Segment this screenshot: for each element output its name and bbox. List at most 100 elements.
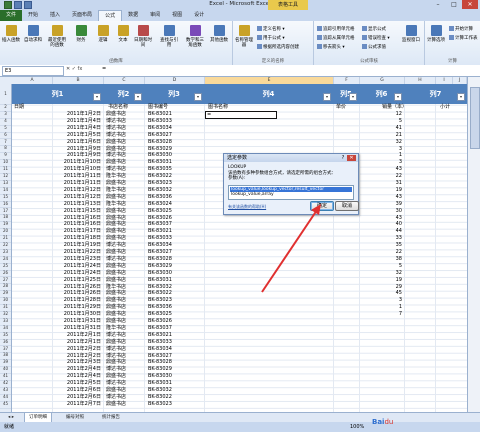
formula-buttons[interactable]: ✕ ✓ fx (66, 66, 82, 72)
calculate-now-button[interactable]: 开始计算 (449, 26, 473, 32)
cell-code[interactable]: BK-83021 (148, 332, 172, 339)
cell-qty[interactable]: 45 (396, 290, 402, 297)
sheet-tab-report[interactable]: 统计报告 (98, 413, 124, 422)
cell-shop[interactable]: 鼎盛书店 (106, 387, 126, 394)
cell-qty[interactable]: 39 (396, 201, 402, 208)
cell-shop[interactable]: 鼎盛书店 (106, 401, 126, 408)
table-row[interactable]: 2011年1月31日 隆华书店 BK-83037 (12, 325, 467, 332)
table-row[interactable]: 2011年2月6日 博达书店 BK-83022 (12, 394, 467, 401)
column-header[interactable]: H (405, 77, 436, 84)
cell-code[interactable]: BK-83029 (148, 263, 172, 270)
cell-qty[interactable]: 12 (396, 111, 402, 118)
scrollbar-thumb[interactable] (470, 87, 480, 149)
table-row[interactable]: 2011年1月6日 鼎盛书店 BK-83028 32 (12, 139, 467, 146)
cell-code[interactable]: BK-83023 (148, 180, 172, 187)
table-header-cell[interactable]: 列2 ▾ (103, 84, 144, 104)
table-row[interactable]: 2011年2月2日 博达书店 BK-83034 (12, 346, 467, 353)
column-header[interactable]: C (104, 77, 145, 84)
zoom-level[interactable]: 100% (350, 422, 364, 432)
cell-qty[interactable]: 32 (396, 139, 402, 146)
table-row[interactable]: 2011年2月6日 鼎盛书店 BK-83032 (12, 387, 467, 394)
cell-qty[interactable]: 1 (399, 304, 402, 311)
table-row[interactable]: 2011年2月1日 博达书店 BK-83021 (12, 332, 467, 339)
cell-shop[interactable]: 博达书店 (106, 394, 126, 401)
cell-code[interactable]: BK-83034 (148, 346, 172, 353)
show-formulas-button[interactable]: 显示公式 (362, 26, 386, 32)
cell-date[interactable]: 2011年1月23日 (64, 256, 101, 263)
cell-shop[interactable]: 鼎盛书店 (106, 180, 126, 187)
cell-code[interactable]: BK-83024 (148, 201, 172, 208)
cell-date[interactable]: 2011年1月11日 (64, 173, 101, 180)
column-header[interactable]: G (360, 77, 405, 84)
field-qty[interactable]: 销量（本） (382, 104, 407, 111)
cell-date[interactable]: 2011年2月7日 (67, 401, 101, 408)
cell-qty[interactable]: 5 (399, 118, 402, 125)
cell-qty[interactable]: 3 (399, 297, 402, 304)
tab-view[interactable]: 视图 (166, 10, 188, 21)
cell-code[interactable]: BK-83025 (148, 208, 172, 215)
cell-qty[interactable]: 41 (396, 125, 402, 132)
cell-code[interactable]: BK-83027 (148, 353, 172, 360)
cell-date[interactable]: 2011年1月31日 (64, 325, 101, 332)
cell-code[interactable]: BK-83030 (148, 152, 172, 159)
cell-qty[interactable]: 3 (399, 159, 402, 166)
cell-shop[interactable]: 鼎盛书店 (106, 339, 126, 346)
calculation-options-button[interactable]: 计算选项 (427, 25, 445, 43)
dialog-close-button[interactable]: ✕ (347, 155, 356, 161)
vertical-scrollbar[interactable] (467, 77, 480, 412)
active-cell[interactable]: = (205, 111, 277, 119)
cell-qty[interactable]: 44 (396, 228, 402, 235)
maximize-button[interactable]: □ (446, 0, 462, 9)
cell-shop[interactable]: 鼎盛书店 (106, 263, 126, 270)
table-row[interactable]: 2011年1月4日 博达书店 BK-83034 41 (12, 125, 467, 132)
cell-qty[interactable]: 31 (396, 180, 402, 187)
tab-review[interactable]: 审阅 (144, 10, 166, 21)
cell-code[interactable]: BK-83028 (148, 256, 172, 263)
cell-qty[interactable]: 32 (396, 270, 402, 277)
cell-shop[interactable]: 隆华书店 (106, 201, 126, 208)
table-header-cell[interactable]: 列7 ▾ (404, 84, 467, 104)
column-header[interactable]: B (53, 77, 104, 84)
cell-date[interactable]: 2011年1月2日 (67, 111, 101, 118)
cell-code[interactable]: BK-83027 (148, 249, 172, 256)
cell-code[interactable]: BK-83028 (148, 359, 172, 366)
tab-insert[interactable]: 插入 (44, 10, 66, 21)
close-window-button[interactable]: ✕ (462, 0, 478, 9)
cell-qty[interactable]: 3 (399, 146, 402, 153)
evaluate-formula-button[interactable]: 公式求值 (362, 44, 386, 50)
filter-dropdown-icon[interactable]: ▾ (457, 93, 465, 101)
cell-code[interactable]: BK-83028 (148, 139, 172, 146)
tab-data[interactable]: 数据 (122, 10, 144, 21)
cell-code[interactable]: BK-83033 (148, 339, 172, 346)
row-header[interactable]: 45 (0, 401, 11, 409)
field-date[interactable]: 日期 (14, 104, 24, 111)
cell-shop[interactable]: 鼎盛书店 (106, 194, 126, 201)
cell-code[interactable]: BK-83032 (148, 187, 172, 194)
cell-shop[interactable]: 鼎盛书店 (106, 139, 126, 146)
cell-qty[interactable]: 33 (396, 235, 402, 242)
function-help-link[interactable]: 有关该函数的帮助(H) (228, 204, 266, 210)
table-header-cell[interactable]: 列3 ▾ (144, 84, 204, 104)
arguments-listbox[interactable]: lookup_value,lookup_vector,result_vector… (228, 185, 354, 200)
table-row[interactable]: 2011年2月1日 鼎盛书店 BK-83033 (12, 339, 467, 346)
cell-shop[interactable]: 鼎盛书店 (106, 249, 126, 256)
table-row[interactable]: 2011年1月25日 鼎盛书店 BK-83031 19 (12, 277, 467, 284)
cell-date[interactable]: 2011年1月5日 (67, 132, 101, 139)
cell-qty[interactable]: 21 (396, 132, 402, 139)
cell-code[interactable]: BK-83034 (148, 125, 172, 132)
formula-input[interactable]: = (102, 66, 106, 72)
calculate-sheet-button[interactable]: 计算工作表 (449, 35, 478, 41)
field-shop[interactable]: 书店名称 (108, 104, 128, 111)
cell-code[interactable]: BK-83022 (148, 290, 172, 297)
cell-date[interactable]: 2011年1月30日 (64, 311, 101, 318)
cell-code[interactable]: BK-83033 (148, 118, 172, 125)
cell-qty[interactable]: 35 (396, 242, 402, 249)
cell-code[interactable]: BK-83027 (148, 132, 172, 139)
row-header[interactable]: 1 (0, 84, 11, 105)
error-checking-button[interactable]: 错误检查 ▾ (362, 35, 390, 41)
column-header[interactable]: D (145, 77, 205, 84)
cell-code[interactable]: BK-83030 (148, 373, 172, 380)
filter-dropdown-icon[interactable]: ▾ (394, 93, 402, 101)
cell-qty[interactable]: 7 (399, 311, 402, 318)
cell-date[interactable]: 2011年1月25日 (64, 277, 101, 284)
